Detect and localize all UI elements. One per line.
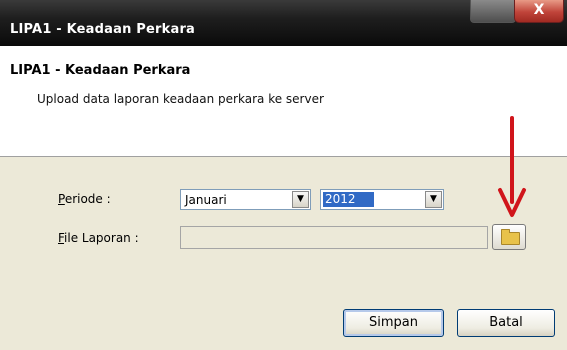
- periode-label-rest: eriode :: [64, 192, 111, 206]
- month-select-value: Januari: [185, 193, 227, 207]
- save-button[interactable]: Simpan: [343, 309, 444, 337]
- year-select-value: 2012: [323, 192, 374, 207]
- file-label: File Laporan :: [58, 231, 139, 245]
- minimize-button[interactable]: [470, 0, 516, 23]
- file-path-input[interactable]: [180, 226, 488, 249]
- title-bar[interactable]: LIPA1 - Keadaan Perkara X: [0, 0, 567, 46]
- month-select[interactable]: Januari ▼: [180, 189, 311, 210]
- file-label-rest: ile Laporan :: [64, 231, 139, 245]
- header-subtitle: Upload data laporan keadaan perkara ke s…: [37, 92, 324, 106]
- dialog-window: LIPA1 - Keadaan Perkara X LIPA1 - Keadaa…: [0, 0, 567, 350]
- close-button[interactable]: X: [514, 0, 564, 23]
- periode-label: Periode :: [58, 192, 111, 206]
- chevron-down-icon[interactable]: ▼: [292, 191, 309, 208]
- folder-icon: [501, 229, 520, 245]
- header-title: LIPA1 - Keadaan Perkara: [10, 63, 191, 78]
- year-select[interactable]: 2012 ▼: [320, 189, 444, 210]
- browse-button[interactable]: [492, 224, 526, 250]
- chevron-down-icon[interactable]: ▼: [425, 191, 442, 208]
- window-title: LIPA1 - Keadaan Perkara: [10, 22, 196, 37]
- annotation-arrow-icon: [498, 116, 526, 217]
- cancel-button[interactable]: Batal: [457, 309, 555, 337]
- dialog-header: LIPA1 - Keadaan Perkara Upload data lapo…: [0, 46, 567, 157]
- close-icon: X: [533, 2, 545, 18]
